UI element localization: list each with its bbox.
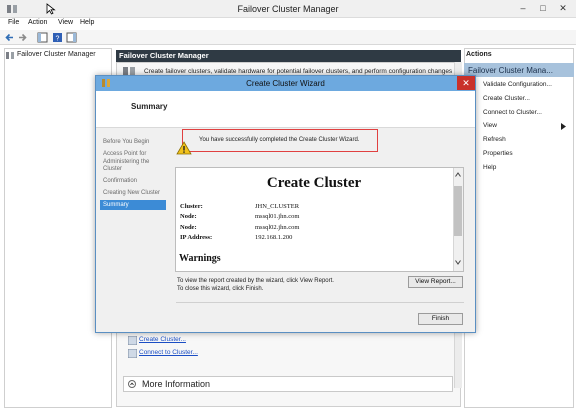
- svg-text:?: ?: [56, 36, 60, 43]
- minimize-button[interactable]: –: [516, 2, 530, 14]
- wizard-footer-divider: [176, 302, 464, 303]
- tree-item-failover-cluster-manager[interactable]: Failover Cluster Manager: [6, 50, 110, 62]
- action-help[interactable]: Help: [483, 164, 496, 171]
- view-report-hint: To view the report created by the wizard…: [177, 278, 334, 284]
- maximize-button[interactable]: □: [536, 2, 550, 14]
- create-cluster-link[interactable]: Create Cluster...: [139, 336, 186, 343]
- finish-button[interactable]: Finish: [418, 313, 463, 325]
- action-properties[interactable]: Properties: [483, 150, 513, 157]
- step-access-point: Access Point for Administering the Clust…: [103, 151, 150, 172]
- scroll-down-arrow-icon[interactable]: [455, 260, 461, 265]
- submenu-arrow-icon: [561, 123, 566, 130]
- expand-collapse-icon[interactable]: [128, 380, 136, 388]
- actions-pane-title: Actions: [466, 51, 492, 58]
- menu-help[interactable]: Help: [80, 19, 94, 26]
- menu-file[interactable]: File: [8, 19, 19, 26]
- report-scrollbar-thumb[interactable]: [454, 186, 462, 236]
- action-refresh[interactable]: Refresh: [483, 136, 506, 143]
- report-key-cluster: Cluster:: [180, 203, 203, 210]
- report-key-ip-address: IP Address:: [180, 234, 213, 241]
- scroll-up-arrow-icon[interactable]: [455, 172, 461, 177]
- close-window-button[interactable]: ✕: [556, 2, 570, 14]
- view-report-button[interactable]: View Report...: [408, 276, 463, 288]
- action-validate-configuration[interactable]: Validate Configuration...: [483, 81, 552, 88]
- report-value-cluster: JHN_CLUSTER: [255, 203, 300, 210]
- wizard-title: Create Cluster Wizard: [246, 79, 325, 88]
- wizard-page-heading: Summary: [131, 102, 168, 111]
- step-confirmation: Confirmation: [103, 178, 138, 184]
- step-creating-new-cluster: Creating New Cluster: [103, 190, 161, 196]
- action-create-cluster[interactable]: Create Cluster...: [483, 95, 530, 102]
- actions-pane: [464, 48, 574, 408]
- toolbar: [0, 30, 576, 45]
- back-arrow-icon[interactable]: [4, 32, 15, 43]
- report-value-node-2: mssql02.jhn.com: [255, 224, 300, 231]
- window-title: Failover Cluster Manager: [237, 4, 339, 14]
- center-pane-description: Create failover clusters, validate hardw…: [144, 68, 459, 75]
- action-connect-to-cluster[interactable]: Connect to Cluster...: [483, 109, 542, 116]
- show-hide-action-pane-icon[interactable]: [66, 32, 77, 43]
- tree-item-label: Failover Cluster Manager: [17, 51, 96, 58]
- report-title: Create Cluster: [266, 175, 362, 191]
- actions-section-label: Failover Cluster Mana...: [468, 66, 553, 75]
- connect-to-cluster-link[interactable]: Connect to Cluster...: [139, 349, 198, 356]
- forward-arrow-icon[interactable]: [17, 32, 28, 43]
- help-icon[interactable]: ?: [52, 32, 63, 43]
- center-pane-header: Failover Cluster Manager: [116, 50, 461, 62]
- report-key-node-1: Node:: [180, 213, 197, 220]
- report-key-node-2: Node:: [180, 224, 197, 231]
- step-summary: Summary: [103, 202, 129, 208]
- show-hide-tree-icon[interactable]: [37, 32, 48, 43]
- menu-view[interactable]: View: [58, 19, 73, 26]
- report-value-node-1: mssql01.jhn.com: [255, 213, 300, 220]
- wizard-close-button[interactable]: ✕: [457, 76, 475, 90]
- finish-hint: To close this wizard, click Finish.: [177, 286, 264, 292]
- step-before-you-begin: Before You Begin: [103, 139, 150, 145]
- menu-action[interactable]: Action: [28, 19, 47, 26]
- cluster-icon: [6, 52, 14, 59]
- warning-icon: [176, 141, 192, 155]
- create-cluster-icon: [128, 336, 137, 345]
- success-message: You have successfully completed the Crea…: [199, 137, 360, 143]
- connect-cluster-icon: [128, 349, 137, 358]
- action-view[interactable]: View: [483, 122, 497, 129]
- report-value-ip-address: 192.168.1.200: [255, 234, 293, 241]
- more-information-label: More Information: [142, 379, 211, 389]
- report-warnings-heading: Warnings: [179, 253, 221, 264]
